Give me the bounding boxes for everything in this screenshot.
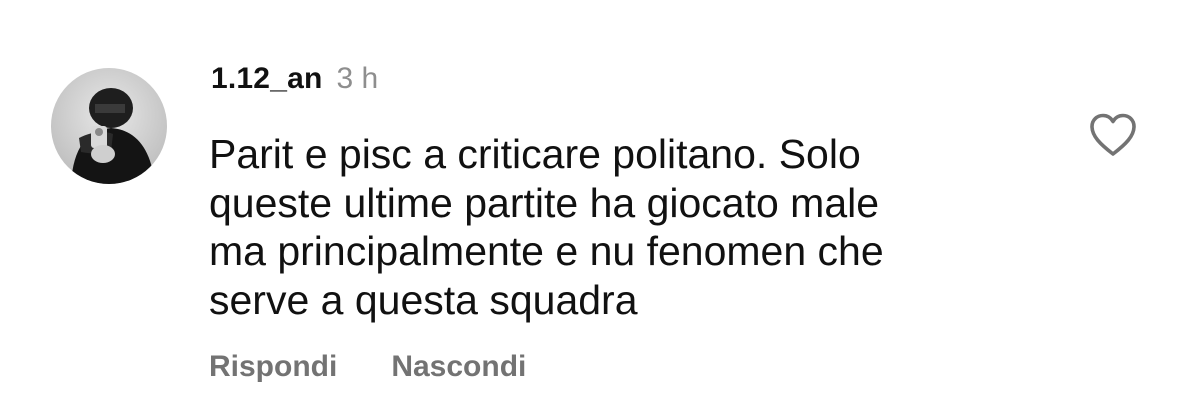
comment-line: ma principalmente e nu fenomen che [209, 228, 884, 274]
like-button[interactable] [1088, 112, 1138, 158]
avatar[interactable] [51, 68, 167, 184]
comment-line: serve a questa squadra [209, 276, 638, 323]
avatar-image [51, 68, 167, 184]
comment-header: 1.12_an 3 h [211, 62, 378, 106]
comment-line: queste ultime partite ha giocato male [209, 179, 880, 226]
hide-button[interactable]: Nascondi [391, 350, 526, 384]
heart-outline-icon [1090, 113, 1136, 156]
reply-button[interactable]: Rispondi [209, 350, 337, 384]
timestamp: 3 h [336, 62, 379, 95]
comment-actions: Rispondi Nascondi [209, 350, 526, 384]
comment-text: Parit e pisc a criticare politano. Solo … [209, 130, 1029, 324]
username[interactable]: 1.12_an [211, 62, 322, 96]
comment-line: Parit e pisc a criticare politano. Solo [209, 131, 861, 177]
